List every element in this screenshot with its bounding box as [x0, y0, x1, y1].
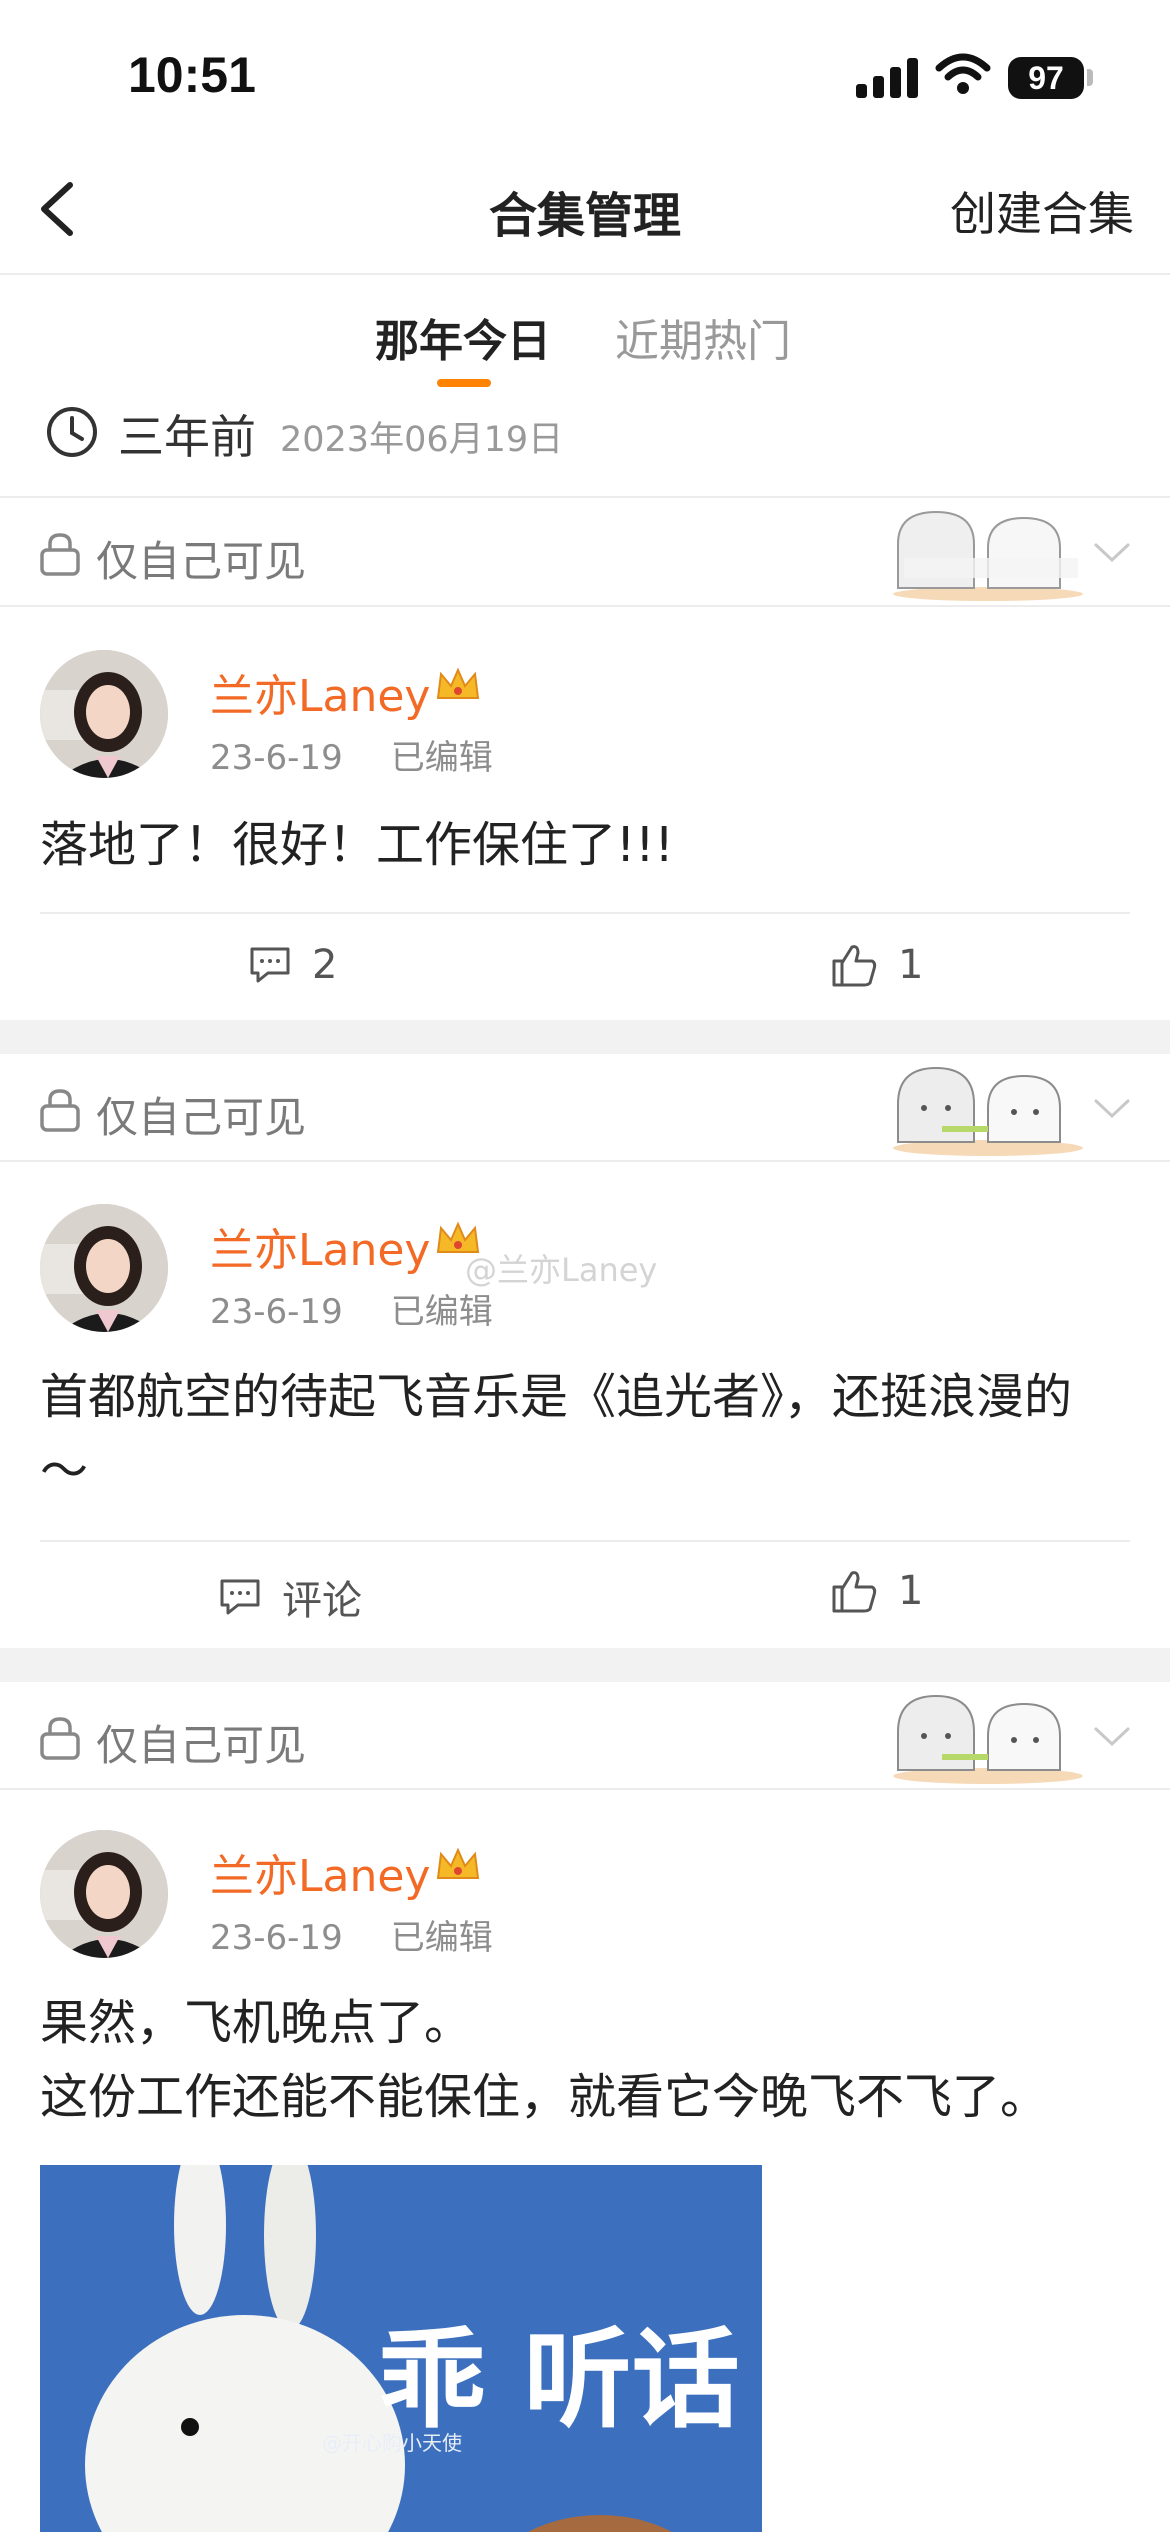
edited-label: 已编辑 [390, 738, 493, 778]
image-caption: 乖 听话 [378, 2318, 740, 2443]
status-bar: 10:51 97 [0, 0, 1170, 150]
post-text-line: 落地了！很好！工作保住了!!! [40, 817, 674, 873]
divider [0, 605, 1170, 607]
post-text-line: 果然，飞机晚点了。 [40, 1995, 473, 2051]
comment-label: 评论 [282, 1578, 362, 1624]
post-image[interactable]: 乖 听话 @开心购小天使 [40, 2165, 762, 2532]
avatar[interactable] [40, 1204, 168, 1332]
post-time: 23-6-19 [210, 1918, 343, 1958]
tab-recent-hot[interactable]: 近期热门 [615, 305, 791, 369]
divider [40, 912, 1130, 914]
author-name[interactable]: 兰亦Laney [210, 660, 430, 724]
post-text: 果然，飞机晚点了。 这份工作还能不能保住，就看它今晚飞不飞了。 [40, 1986, 1130, 2134]
post-visibility-row: 仅自己可见 [0, 1682, 1170, 1788]
like-button[interactable]: 1 [830, 942, 923, 988]
tab-bar: 那年今日 近期热门 [0, 275, 1170, 395]
status-time: 10:51 [128, 47, 256, 103]
chevron-down-icon[interactable] [1092, 1096, 1132, 1122]
like-count: 1 [898, 942, 924, 988]
cat-sticker-icon [893, 1694, 1083, 1784]
section-gap [0, 1020, 1170, 1054]
lock-icon [40, 533, 80, 576]
visibility-label: 仅自己可见 [96, 537, 307, 586]
cat-sticker-icon [893, 510, 1083, 601]
post-text-line: 这份工作还能不能保住，就看它今晚飞不飞了。 [40, 2069, 1049, 2125]
like-button[interactable]: 1 [830, 1568, 923, 1614]
post-text-line: ～ [40, 1443, 89, 1499]
tab-on-this-day[interactable]: 那年今日 [375, 305, 551, 369]
thumbs-up-icon [832, 945, 877, 987]
visibility-label: 仅自己可见 [96, 1721, 307, 1770]
lock-icon [40, 1717, 80, 1760]
post-text-line: 首都航空的待起飞音乐是《追光者》，还挺浪漫的 [40, 1369, 1073, 1425]
edited-label: 已编辑 [390, 1292, 493, 1332]
date-header: 三年前 2023年06月19日 [0, 395, 1170, 497]
chevron-down-icon[interactable] [1092, 540, 1132, 566]
battery-tip [1087, 69, 1093, 86]
crown-badge-icon [436, 667, 480, 699]
divider [0, 1160, 1170, 1162]
divider [40, 1540, 1130, 1542]
post-visibility-row: 仅自己可见 [0, 498, 1170, 604]
post-text: 落地了！很好！工作保住了!!! [40, 808, 1130, 882]
comment-icon [250, 947, 290, 983]
weibo-watermark: @兰亦Laney [465, 1251, 658, 1289]
comment-icon [220, 1579, 260, 1615]
comment-count: 2 [312, 942, 338, 988]
comment-button[interactable]: 评论 [218, 1568, 362, 1626]
post-time: 23-6-19 [210, 738, 343, 778]
thumbs-up-icon [832, 1571, 877, 1613]
create-collection-button[interactable]: 创建合集 [950, 178, 1134, 244]
signal-icon [856, 58, 918, 98]
avatar[interactable] [40, 650, 168, 778]
image-watermark: @开心购小天使 [322, 2431, 462, 2455]
crown-badge-icon [436, 1847, 480, 1879]
exact-date: 2023年06月19日 [280, 420, 564, 460]
author-name[interactable]: 兰亦Laney [210, 1214, 430, 1278]
like-count: 1 [898, 1568, 924, 1614]
cat-sticker-icon [893, 1066, 1083, 1156]
author-name[interactable]: 兰亦Laney [210, 1840, 430, 1904]
post-meta: 23-6-19 已编辑 [210, 1910, 493, 1959]
section-gap [0, 1648, 1170, 1682]
post-meta: 23-6-19 已编辑 [210, 730, 493, 779]
relative-date: 三年前 [118, 410, 256, 464]
post-text: 首都航空的待起飞音乐是《追光者》，还挺浪漫的 ～ [40, 1360, 1130, 1508]
post-meta: 23-6-19 已编辑 [210, 1284, 493, 1333]
chevron-down-icon[interactable] [1092, 1724, 1132, 1750]
visibility-label: 仅自己可见 [96, 1093, 307, 1142]
divider [0, 1788, 1170, 1790]
post-time: 23-6-19 [210, 1292, 343, 1332]
edited-label: 已编辑 [390, 1918, 493, 1958]
avatar[interactable] [40, 1830, 168, 1958]
battery-icon: 97 [1008, 57, 1084, 99]
post-visibility-row: 仅自己可见 [0, 1054, 1170, 1160]
wifi-icon [935, 53, 991, 94]
lock-icon [40, 1089, 80, 1132]
active-tab-indicator [437, 379, 491, 387]
comment-button[interactable]: 2 [248, 942, 337, 988]
nav-bar: 合集管理 创建合集 [0, 150, 1170, 275]
clock-icon [47, 407, 97, 457]
